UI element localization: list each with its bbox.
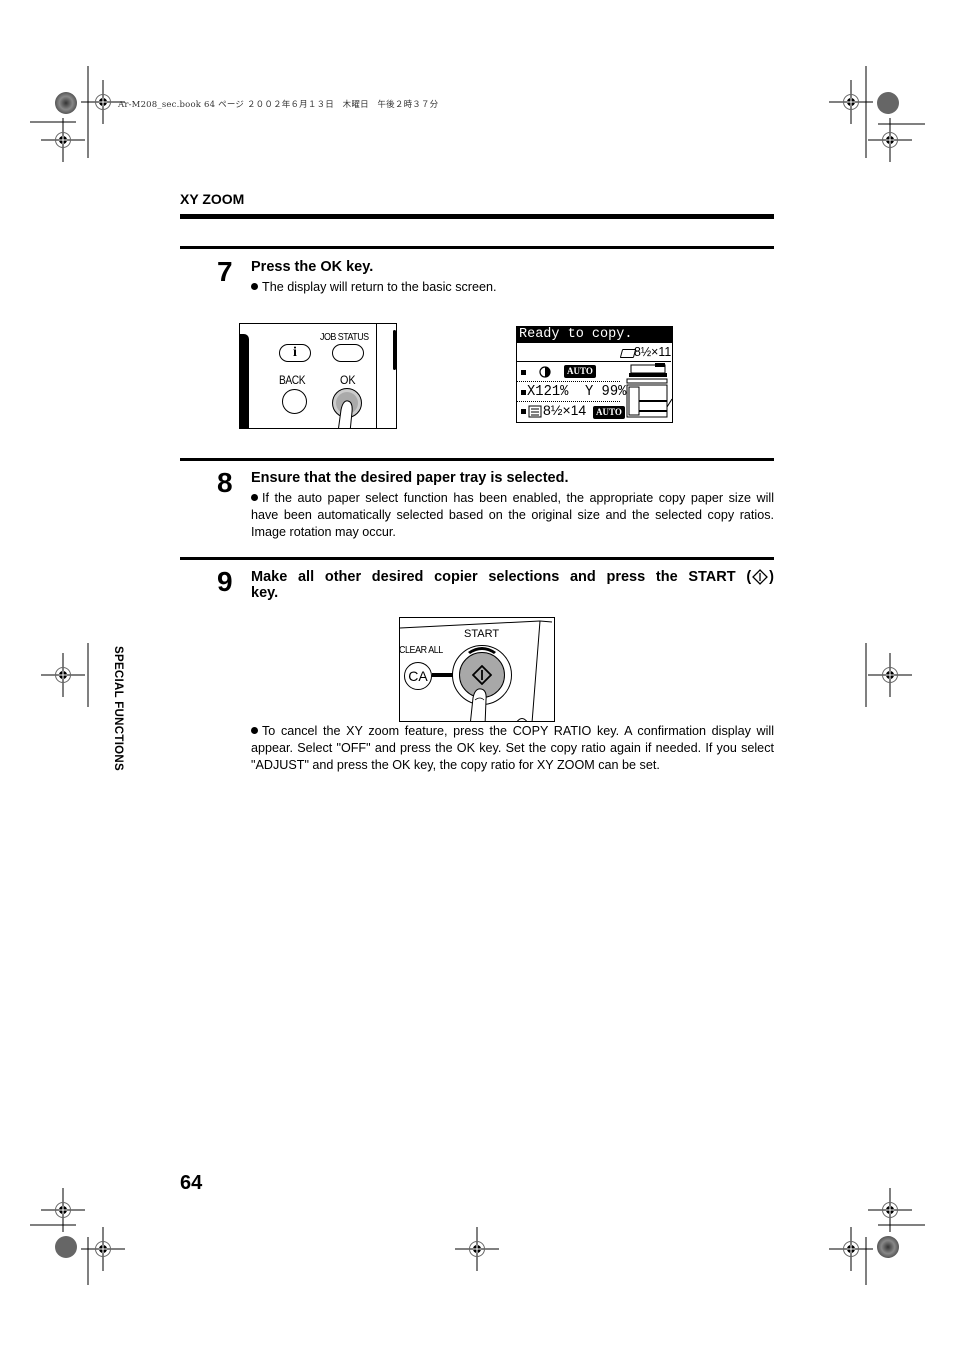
bullet-icon [251,494,258,501]
back-key[interactable] [282,389,307,414]
finger-press-icon [338,400,353,428]
step-divider [180,458,774,461]
step-divider [180,246,774,249]
ok-key-panel-illustration: i JOB STATUS BACK OK [239,323,397,429]
step-heading: Make all other desired copier selections… [251,569,774,601]
step-number: 9 [217,566,233,597]
finger-press-icon [470,688,487,721]
print-file-info: Ar-M208_sec.book 64 ページ ２００２年６月１３日 木曜日 午… [118,100,439,110]
paper-tray-icon [528,405,542,418]
title-rule [180,214,774,219]
copier-machine-icon [626,363,672,418]
info-icon: i [293,345,297,360]
ok-label: OK [340,373,356,387]
lcd-status-text: Ready to copy. [519,327,633,342]
step-number: 8 [217,467,233,498]
bullet-icon [251,727,258,734]
registration-disc [877,1236,899,1258]
panel-divider [376,324,377,428]
lcd-ratio: X121% Y 99% [527,383,627,400]
info-key[interactable]: i [279,344,311,362]
back-label: BACK [279,373,306,387]
lcd-row-marker [521,390,526,395]
registration-disc [55,92,77,114]
lcd-display: Ready to copy. 8½×11R AUTO X121% Y 99% 8… [516,326,673,423]
step-heading: Ensure that the desired paper tray is se… [251,470,569,486]
ca-start-connector [432,673,454,677]
page-number: 64 [180,1172,203,1194]
start-icon [472,665,492,685]
registration-disc [877,92,899,114]
lcd-divider [517,361,671,362]
step-heading: Press the OK key. [251,259,374,275]
lcd-row-marker [521,370,526,375]
exposure-icon [539,366,551,378]
step-bullet: To cancel the XY zoom feature, press the… [251,724,774,772]
step-bullet: If the auto paper select function has be… [251,491,774,539]
lcd-row-marker [521,409,526,414]
registration-disc [55,1236,77,1258]
ca-key[interactable]: CA [404,662,432,690]
side-tab-label: SPECIAL FUNCTIONS [112,646,124,772]
start-label: START [464,628,500,640]
step-bullet: The display will return to the basic scr… [251,279,774,296]
step-divider [180,557,774,560]
section-title: XY ZOOM [180,191,245,207]
panel-edge [240,334,249,428]
paper-auto-badge: AUTO [593,406,625,419]
job-status-label: JOB STATUS [320,331,369,343]
panel-edge-right [393,330,396,370]
exposure-auto-badge: AUTO [564,365,596,378]
clear-all-label: CLEAR ALL [399,644,443,656]
start-key-panel-illustration: START CLEAR ALL CA [399,617,555,722]
lcd-paper-size: 8½×14 [543,402,587,418]
job-status-key[interactable] [332,344,364,362]
lcd-dotted-line [517,381,620,382]
start-icon [752,569,769,585]
lcd-original-size: 8½×11R [634,344,672,359]
bullet-icon [251,283,258,290]
step-number: 7 [217,256,233,287]
